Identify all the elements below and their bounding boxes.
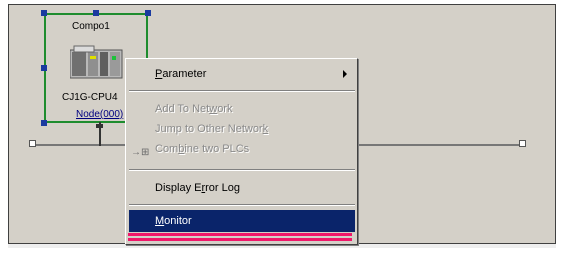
menu-item-combine-two-plcs[interactable]: →⊞ Combine two PLCs [129, 139, 355, 159]
network-end-left[interactable] [29, 140, 36, 147]
selection-handle-bl[interactable] [41, 120, 47, 126]
highlight-marker [128, 238, 352, 241]
menu-separator [129, 90, 355, 92]
menu-item-label: Display Error Log [155, 182, 240, 194]
node-model: CJ1G-CPU4 [62, 92, 118, 103]
menu-item-monitor[interactable]: Monitor [129, 210, 355, 232]
menu-item-parameter[interactable]: Parameter [129, 64, 355, 84]
menu-item-label: Combine two PLCs [155, 143, 250, 155]
menu-item-label: Monitor [155, 215, 192, 227]
network-end-right[interactable] [519, 140, 526, 147]
node-address: Node(000) [76, 109, 124, 120]
combine-icon: →⊞ [131, 147, 150, 158]
selection-handle-tr[interactable] [145, 10, 151, 16]
menu-separator [129, 169, 355, 171]
plc-icon[interactable] [70, 44, 126, 80]
menu-item-label: Add To Network [155, 103, 233, 115]
selection-handle-tl[interactable] [41, 10, 47, 16]
highlight-marker [128, 233, 352, 236]
context-menu: Parameter Add To Network Jump to Other N… [125, 58, 358, 245]
selection-handle-ml[interactable] [41, 65, 47, 71]
node-connection-tap [96, 124, 103, 128]
menu-item-label: Jump to Other Network [155, 123, 269, 135]
menu-separator [129, 204, 355, 206]
selection-handle-tc[interactable] [93, 10, 99, 16]
menu-item-display-error-log[interactable]: Display Error Log [129, 178, 355, 198]
menu-item-jump-to-other-network[interactable]: Jump to Other Network [129, 119, 355, 139]
submenu-arrow-icon [343, 70, 347, 78]
menu-item-label: Parameter [155, 68, 207, 80]
node-name: Compo1 [72, 21, 110, 32]
menu-item-add-to-network[interactable]: Add To Network [129, 99, 355, 119]
